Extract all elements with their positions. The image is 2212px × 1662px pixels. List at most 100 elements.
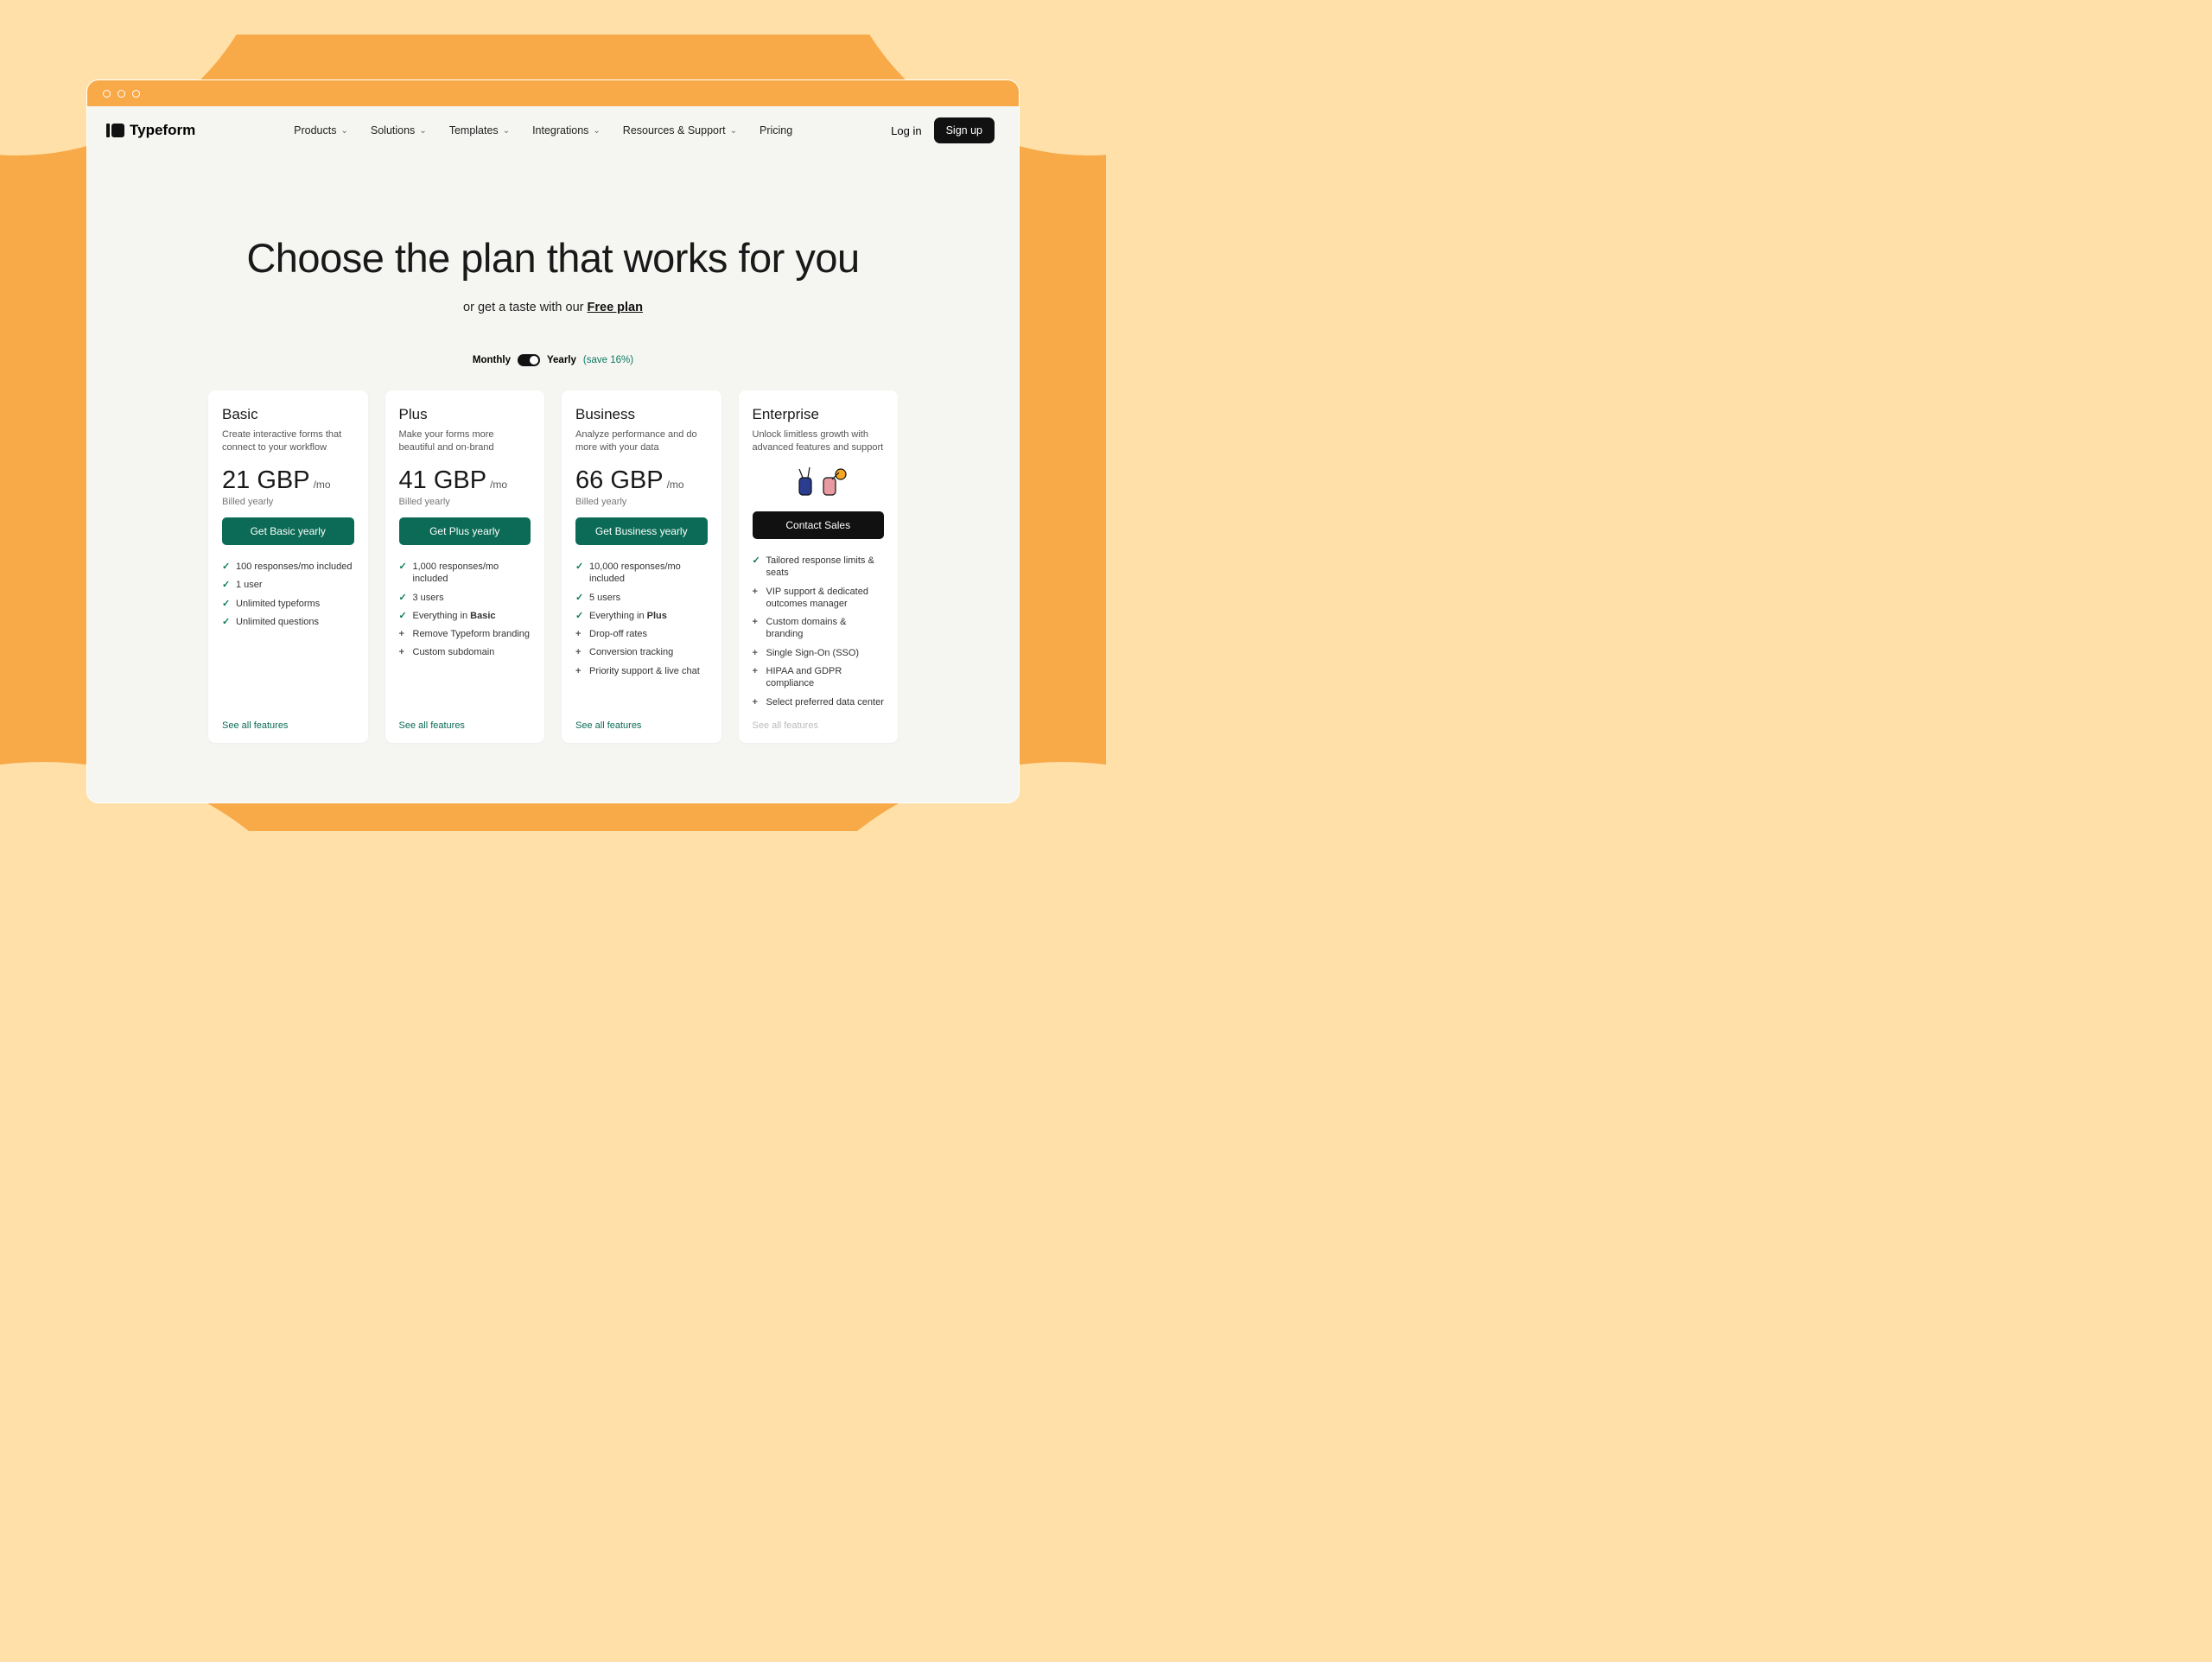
signup-button[interactable]: Sign up [934, 117, 995, 143]
plan-cta-button[interactable]: Get Plus yearly [399, 517, 531, 545]
feature-text: Conversion tracking [589, 646, 673, 658]
nav-item-resources-support[interactable]: Resources & Support ⌄ [623, 124, 737, 136]
plus-icon: + [575, 646, 584, 658]
feature-text: Remove Typeform branding [413, 628, 531, 640]
hero: Choose the plan that works for you or ge… [87, 155, 1019, 366]
plus-icon: + [753, 696, 761, 708]
login-link[interactable]: Log in [891, 124, 921, 137]
nav-item-label: Resources & Support [623, 124, 726, 136]
plan-name: Enterprise [753, 406, 885, 423]
feature-item: +VIP support & dedicated outcomes manage… [753, 586, 885, 611]
check-icon: ✓ [753, 555, 761, 567]
chevron-down-icon: ⌄ [730, 126, 737, 136]
nav-item-products[interactable]: Products⌄ [294, 124, 348, 136]
price-row: 66 GBP/mo [575, 466, 708, 495]
feature-text: Drop-off rates [589, 628, 647, 640]
plan-desc: Analyze performance and do more with you… [575, 428, 708, 454]
feature-item: ✓Unlimited questions [222, 616, 354, 628]
plus-icon: + [753, 616, 761, 628]
plan-name: Basic [222, 406, 354, 423]
check-icon: ✓ [399, 610, 408, 622]
feature-text: Single Sign-On (SSO) [766, 647, 860, 659]
plan-card-basic: Basic Create interactive forms that conne… [208, 390, 368, 743]
feature-item: ✓ 1,000 responses/mo included [399, 561, 531, 586]
feature-item: + Priority support & live chat [575, 665, 708, 677]
nav-right: Log in Sign up [891, 117, 995, 143]
free-plan-link[interactable]: Free plan [588, 301, 643, 314]
feature-list: ✓10,000 responses/mo included ✓5 users ✓Ev… [575, 561, 708, 708]
nav-item-label: Integrations [532, 124, 588, 136]
see-all-features-link[interactable]: See all features [575, 720, 708, 731]
plus-icon: + [399, 628, 408, 640]
feature-text: 1 user [236, 579, 263, 591]
check-icon: ✓ [399, 592, 408, 604]
feature-list: ✓Tailored response limits & seats+VIP su… [753, 555, 885, 708]
plan-name: Plus [399, 406, 531, 423]
nav-item-pricing[interactable]: Pricing [760, 124, 792, 136]
feature-item: ✓10,000 responses/mo included [575, 561, 708, 586]
plus-icon: + [753, 665, 761, 677]
feature-item: +Custom subdomain [399, 646, 531, 658]
feature-item: ✓Everything in Plus [575, 610, 708, 622]
check-icon: ✓ [575, 610, 584, 622]
window-dot-icon [103, 90, 111, 98]
nav-item-label: Templates [449, 124, 499, 136]
feature-item: +Single Sign-On (SSO) [753, 647, 885, 659]
monthly-label[interactable]: Monthly [473, 355, 511, 365]
see-all-features-link[interactable]: See all features [399, 720, 531, 731]
plan-price: 41 GBP [399, 466, 487, 495]
plan-period: /mo [490, 479, 507, 491]
yearly-label[interactable]: Yearly [547, 355, 576, 365]
feature-text: 1,000 responses/mo included [413, 561, 531, 586]
feature-item: ✓5 users [575, 592, 708, 604]
billed-label: Billed yearly [222, 497, 354, 507]
feature-item: +Custom domains & branding [753, 616, 885, 641]
brand-logo[interactable]: Typeform [106, 122, 195, 139]
feature-item: ✓ 100 responses/mo included [222, 561, 354, 573]
plan-price: 21 GBP [222, 466, 310, 495]
plus-icon: + [753, 586, 761, 598]
plan-name: Business [575, 406, 708, 423]
feature-item: +HIPAA and GDPR compliance [753, 665, 885, 690]
window-dot-icon [118, 90, 125, 98]
chevron-down-icon: ⌄ [593, 126, 600, 136]
plan-period: /mo [667, 479, 684, 491]
feature-text: Everything in Basic [413, 610, 496, 622]
billed-label: Billed yearly [575, 497, 708, 507]
brand-name: Typeform [130, 122, 195, 139]
feature-item: ✓ Everything in Basic [399, 610, 531, 622]
hero-subtitle: or get a taste with our Free plan [87, 301, 1019, 314]
feature-item: + Select preferred data center [753, 696, 885, 708]
feature-list: ✓1,000 responses/mo included✓3 users✓Eve… [399, 561, 531, 708]
chevron-down-icon: ⌄ [340, 126, 347, 136]
check-icon: ✓ [222, 561, 231, 573]
check-icon: ✓ [222, 616, 231, 628]
plan-cta-button[interactable]: Contact Sales [753, 511, 885, 539]
feature-item: +Drop-off rates [575, 628, 708, 640]
billing-toggle[interactable] [518, 354, 540, 366]
top-nav: Typeform Products⌄Solutions⌄Templates⌄In… [87, 106, 1019, 155]
feature-item: ✓1 user [222, 579, 354, 591]
plan-cta-button[interactable]: Get Business yearly [575, 517, 708, 545]
feature-text: 100 responses/mo included [236, 561, 353, 573]
page-title: Choose the plan that works for you [87, 234, 1019, 282]
chevron-down-icon: ⌄ [419, 126, 426, 136]
window-dot-icon [132, 90, 140, 98]
check-icon: ✓ [399, 561, 408, 573]
feature-text: Select preferred data center [766, 696, 884, 708]
nav-item-templates[interactable]: Templates ⌄ [449, 124, 510, 136]
plus-icon: + [399, 646, 408, 658]
plan-desc: Create interactive forms that connect to… [222, 428, 354, 454]
nav-item-solutions[interactable]: Solutions⌄ [371, 124, 427, 136]
plan-cta-button[interactable]: Get Basic yearly [222, 517, 354, 545]
feature-text: Priority support & live chat [589, 665, 700, 677]
save-label: (save 16%) [583, 355, 633, 365]
browser-window: Typeform Products⌄Solutions⌄Templates⌄In… [86, 79, 1020, 803]
feature-item: ✓3 users [399, 592, 531, 604]
chevron-down-icon: ⌄ [503, 126, 510, 136]
nav-item-integrations[interactable]: Integrations ⌄ [532, 124, 601, 136]
feature-item: + Conversion tracking [575, 646, 708, 658]
check-icon: ✓ [575, 592, 584, 604]
see-all-features-link[interactable]: See all features [222, 720, 354, 731]
plus-icon: + [575, 665, 584, 677]
